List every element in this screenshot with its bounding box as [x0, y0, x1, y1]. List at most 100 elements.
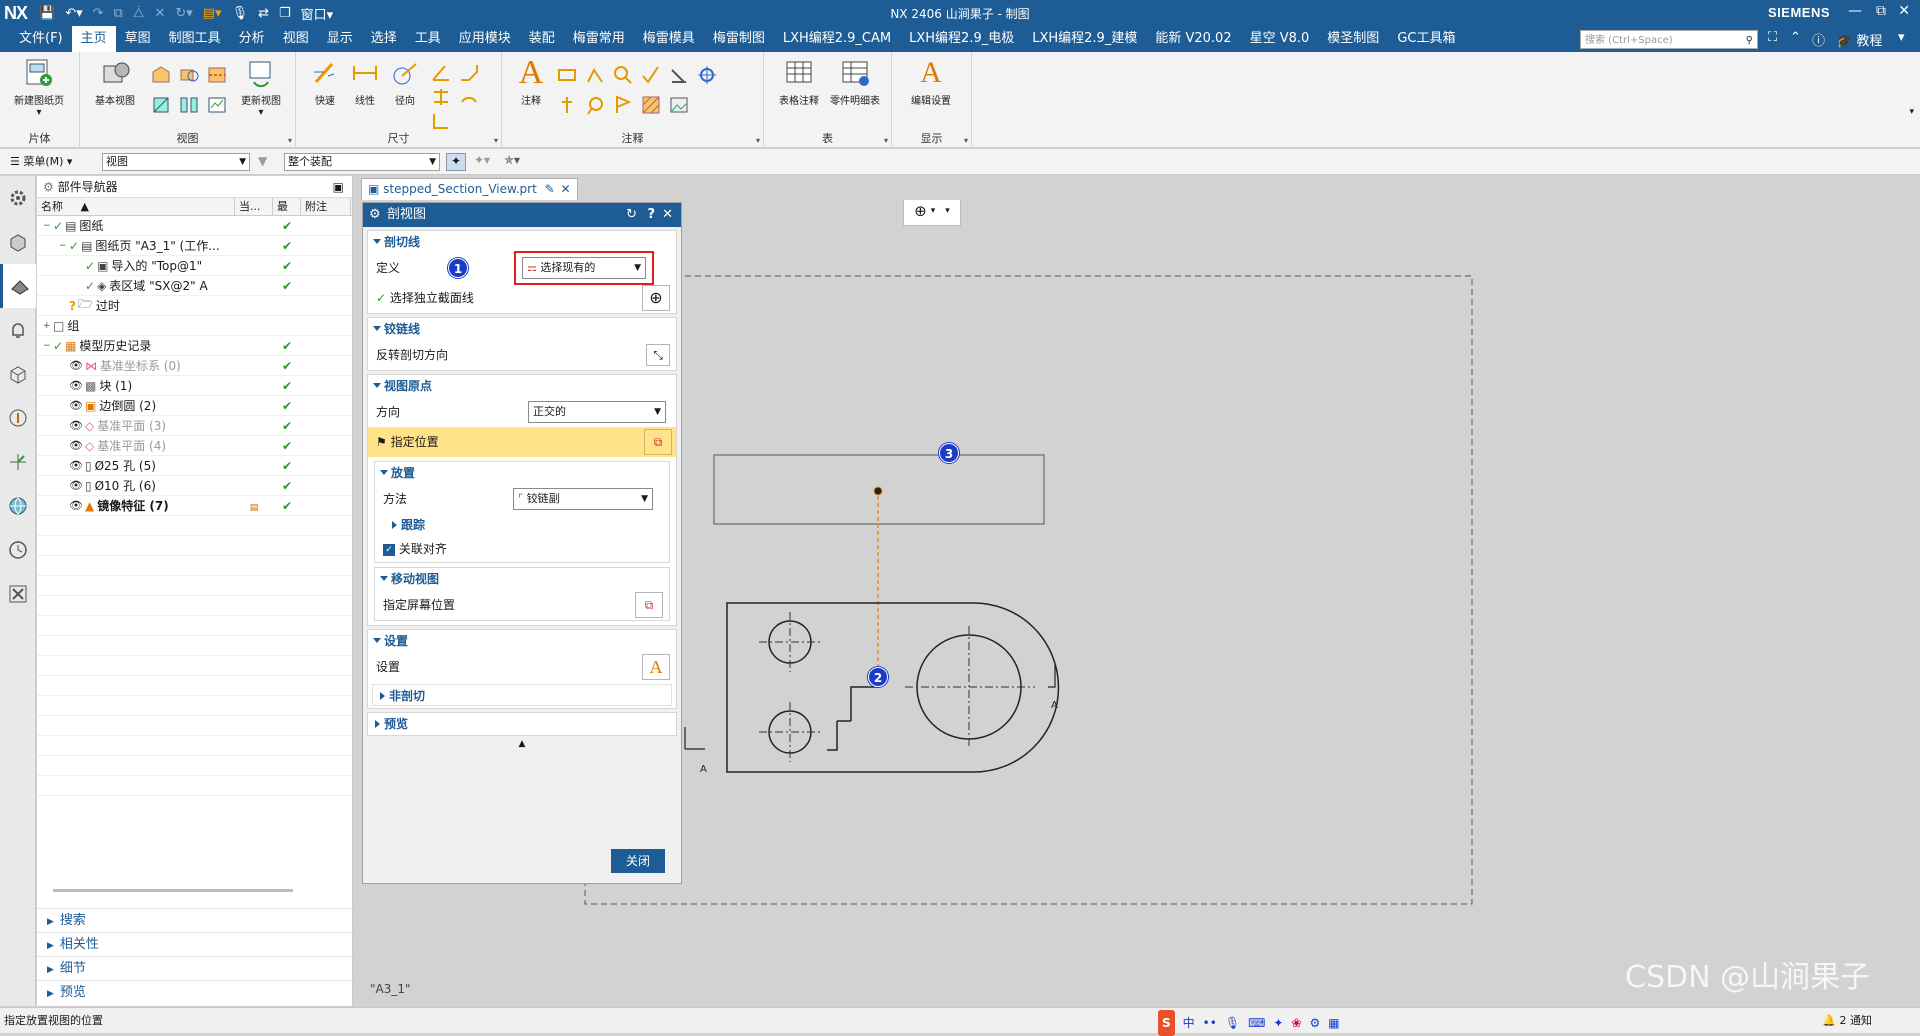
type-filter-select[interactable]: 视图 ▼ [102, 153, 250, 171]
tree-row[interactable]: + □ 组 [37, 316, 352, 336]
settings-button[interactable]: A [642, 654, 670, 680]
ribbon-options-icon[interactable]: ▾ [1909, 107, 1914, 117]
ime-skin-icon[interactable]: ❀ [1291, 1010, 1301, 1036]
reset-icon[interactable]: ↻ [626, 203, 637, 227]
visibility-eye-icon[interactable]: 👁 [69, 419, 83, 432]
group-more-icon[interactable]: ▾ [756, 136, 760, 145]
expand-toggle-icon[interactable]: − [59, 241, 69, 251]
close-button[interactable]: 关闭 [611, 849, 665, 873]
web-browser-icon[interactable] [0, 484, 36, 528]
update-view-button[interactable]: 更新视图 ▾ [232, 58, 290, 118]
define-select[interactable]: ⚎ 选择现有的 ▼ [522, 257, 646, 279]
tree-row[interactable]: ✓ ▣ 导入的 "Top@1" ✔ [37, 256, 352, 276]
expand-toggle-icon[interactable]: − [43, 341, 53, 351]
restore-icon[interactable]: ⧉ [1876, 3, 1886, 19]
visibility-eye-icon[interactable]: 👁 [69, 399, 83, 412]
datum-feature-icon[interactable] [582, 62, 608, 88]
detail-view-icon[interactable] [176, 62, 202, 88]
tab-pin-icon[interactable]: ✎ [545, 182, 555, 196]
parts-list-button[interactable]: 零件明细表 [826, 58, 884, 107]
balloon-icon[interactable] [582, 92, 608, 118]
tree-row[interactable]: − ✓ ▦ 模型历史记录 ✔ [37, 336, 352, 356]
assembly-navigator-icon[interactable] [0, 220, 36, 264]
collapse-ribbon-icon[interactable]: ⌃ [1790, 30, 1801, 45]
save-icon[interactable]: 💾 [39, 6, 55, 21]
menu-item-4[interactable]: 分析 [230, 26, 274, 52]
tree-row[interactable]: 👁 ◇ 基准平面 (4) ✔ [37, 436, 352, 456]
visibility-eye-icon[interactable]: 👁 [69, 479, 83, 492]
visibility-eye-icon[interactable]: 👁 [69, 439, 83, 452]
menu-button[interactable]: ☰ 菜单(M) ▾ [10, 153, 72, 169]
feature-control-icon[interactable] [554, 62, 580, 88]
history-clock-icon[interactable] [0, 528, 36, 572]
tools-icon[interactable] [0, 572, 36, 616]
expand-toggle-icon[interactable]: − [43, 221, 53, 231]
roles-icon[interactable] [0, 396, 36, 440]
snap-point-icon[interactable]: ✦▾ [474, 153, 490, 167]
menu-item-8[interactable]: 工具 [406, 26, 450, 52]
image-icon[interactable] [666, 92, 692, 118]
section-header-view-origin[interactable]: 视图原点 [368, 375, 676, 397]
copy-icon[interactable]: ⧉ [114, 6, 123, 21]
menu-item-9[interactable]: 应用模块 [450, 26, 520, 52]
flag-icon[interactable] [610, 92, 636, 118]
tree-row[interactable]: 👁 ▩ 块 (1) ✔ [37, 376, 352, 396]
section-header-preview[interactable]: 预览 [368, 713, 676, 735]
specify-location-row[interactable]: ⚑ 指定位置 ⧉ [368, 427, 676, 457]
section-header-non-section[interactable]: 非剖切 [372, 684, 672, 706]
snap-icon[interactable]: ✦ [446, 153, 466, 171]
break-view-icon[interactable] [176, 92, 202, 118]
window-menu[interactable]: 窗口▾ [301, 4, 334, 23]
menu-item-7[interactable]: 选择 [362, 26, 406, 52]
tutorial-link[interactable]: 🎓 教程 [1836, 30, 1882, 49]
group-more-icon[interactable]: ▾ [884, 136, 888, 145]
tree-row[interactable]: 👁 ▯ Ø10 孔 (6) ✔ [37, 476, 352, 496]
section-header-cut-line[interactable]: 剖切线 [368, 231, 676, 253]
column-current[interactable]: 当... [235, 198, 273, 215]
minimize-icon[interactable]: — [1848, 3, 1862, 19]
view-display-icon[interactable] [204, 92, 230, 118]
section-view-icon[interactable] [148, 92, 174, 118]
group-more-icon[interactable]: ▾ [494, 136, 498, 145]
tree-row[interactable]: 👁 ▣ 边倒圆 (2) ✔ [37, 396, 352, 416]
id-symbol-icon[interactable] [610, 62, 636, 88]
panel-section-0[interactable]: ▶ 搜索 [37, 908, 353, 932]
visibility-eye-icon[interactable]: 👁 [69, 359, 83, 372]
part-navigator-icon[interactable] [0, 264, 36, 308]
panel-section-2[interactable]: ▶ 细节 [37, 956, 353, 980]
tab-stepped-section-view[interactable]: ▣ stepped_Section_View.prt ✎ ✕ [361, 178, 578, 200]
collapse-icon[interactable]: ▲ [363, 739, 681, 751]
settings-gear-icon[interactable] [0, 176, 36, 220]
table-note-button[interactable]: 表格注释 [770, 58, 828, 107]
note-button[interactable]: A 注释 [502, 54, 560, 107]
snap-options-icon[interactable]: ✯▾ [504, 153, 520, 167]
edit-settings-button[interactable]: A 编辑设置 [902, 56, 960, 107]
fullscreen-icon[interactable]: ⛶ [1768, 30, 1777, 45]
thickness-dim-icon[interactable] [428, 84, 454, 110]
assoc-align-row[interactable]: ✓ 关联对齐 [375, 536, 669, 562]
ime-game-icon[interactable]: ⚙ [1310, 1010, 1321, 1036]
surface-finish-icon[interactable] [638, 62, 664, 88]
delete-icon[interactable]: ✕ [154, 6, 165, 21]
close-icon[interactable]: ✕ [1898, 3, 1910, 19]
filter-icon[interactable]: ▼ [258, 154, 267, 168]
arc-length-icon[interactable] [456, 84, 482, 110]
chamfer-dim-icon[interactable] [456, 60, 482, 86]
window-icon[interactable]: ❐ [279, 6, 291, 21]
projected-view-icon[interactable] [148, 62, 174, 88]
ime-punct-icon[interactable]: •• [1203, 1010, 1217, 1036]
section-header-placement[interactable]: 放置 [375, 462, 669, 484]
redo-icon[interactable]: ↷ [93, 6, 104, 21]
base-view-button[interactable]: 基本视图 [86, 58, 144, 107]
group-more-icon[interactable]: ▾ [964, 136, 968, 145]
point-dialog-button[interactable]: ⊕ ▾ ▾ [903, 196, 961, 226]
tree-row[interactable]: 👁 ▲ 镜像特征 (7) ▤ ✔ [37, 496, 352, 516]
repeat-icon[interactable]: ↻▾ [175, 6, 192, 21]
ime-tools-icon[interactable]: ✦ [1273, 1010, 1283, 1036]
maximize-panel-icon[interactable]: ▣ [333, 176, 344, 198]
menu-item-1[interactable]: 主页 [71, 26, 116, 52]
help-icon[interactable]: ⓘ [1812, 30, 1825, 49]
assoc-align-checkbox[interactable]: ✓ [383, 543, 395, 556]
panel-section-3[interactable]: ▶ 预览 [37, 980, 353, 1004]
menu-item-10[interactable]: 装配 [520, 26, 564, 52]
